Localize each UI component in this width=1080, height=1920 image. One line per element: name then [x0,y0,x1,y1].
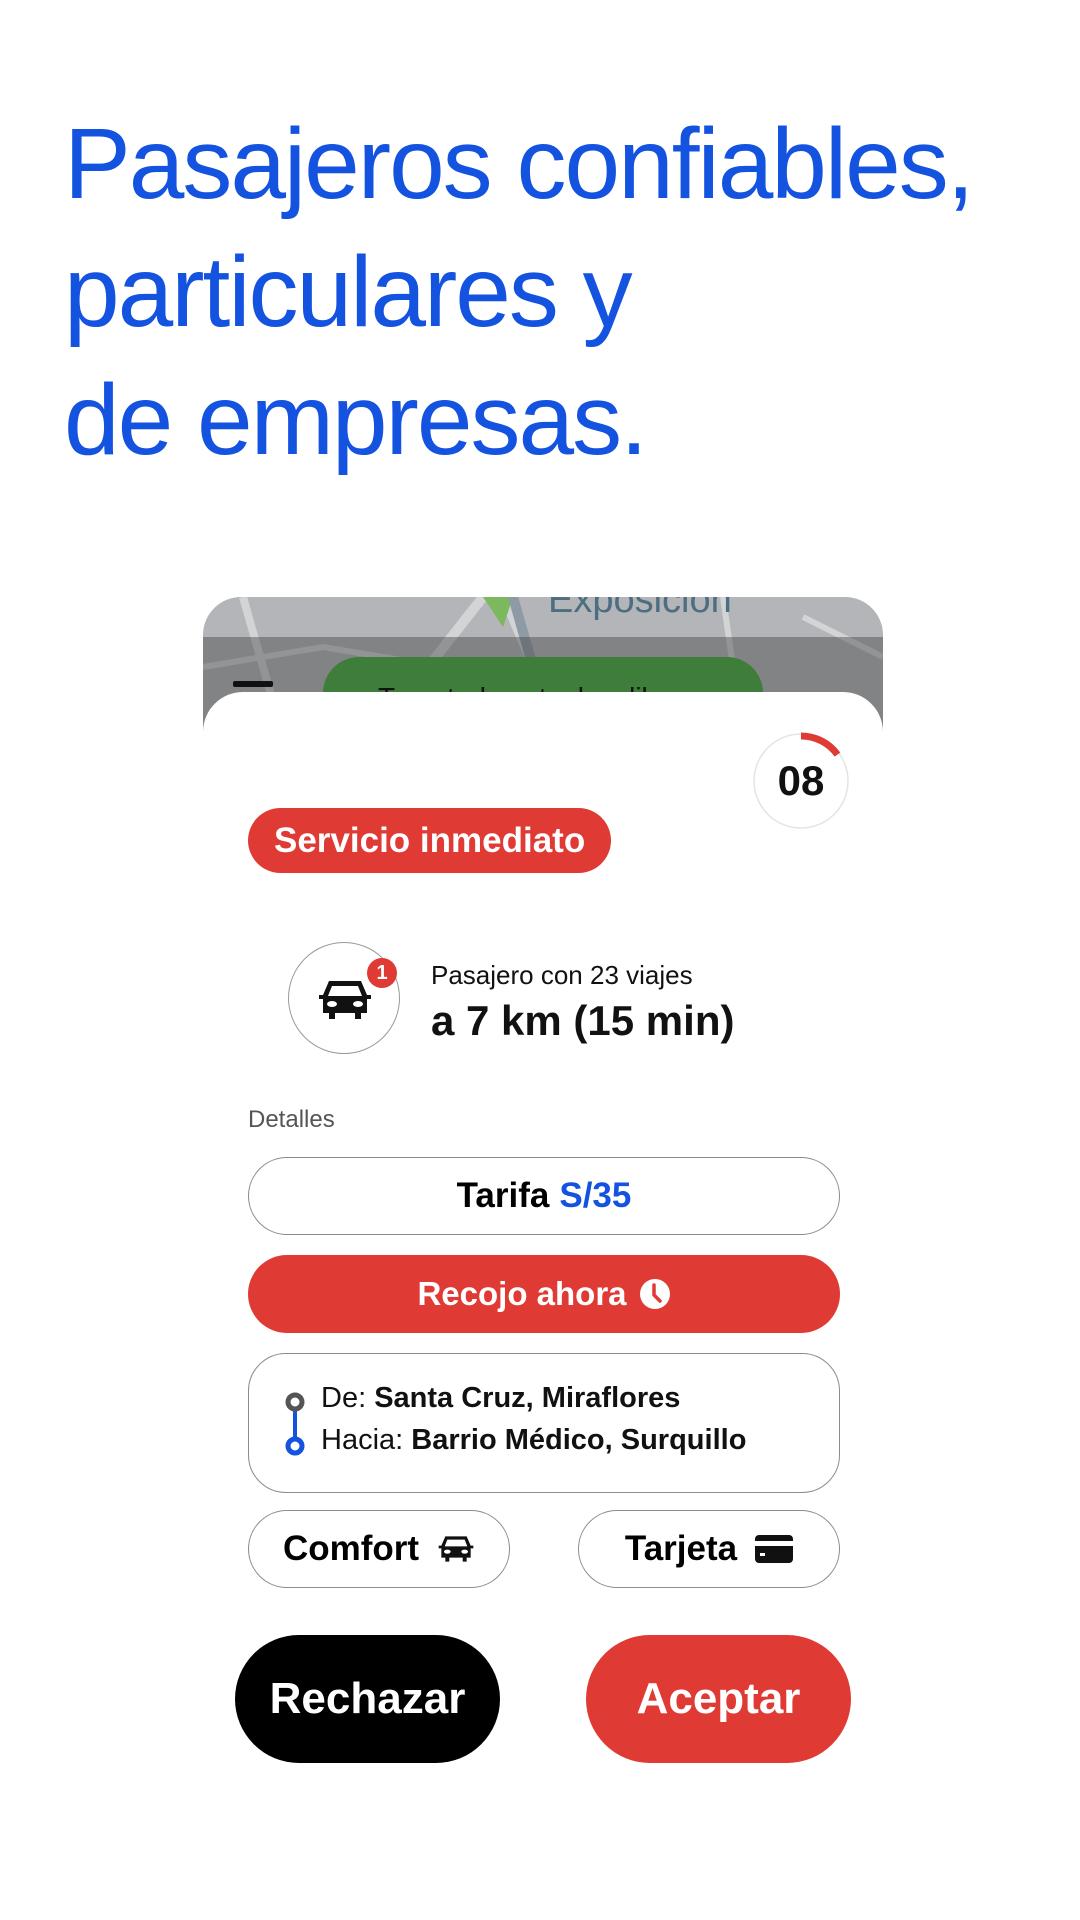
origin-prefix: De: [321,1382,367,1414]
credit-card-icon [755,1535,794,1563]
origin-value: Santa Cruz, Miraflores [374,1382,681,1414]
details-label: Detalles [248,1106,335,1133]
clock-icon [639,1278,671,1310]
accept-button[interactable]: Aceptar [586,1635,851,1763]
car-icon [437,1535,475,1563]
notification-badge: 1 [367,958,397,988]
passenger-avatar: 1 [288,942,400,1054]
fare-value: S/35 [559,1176,632,1215]
pickup-label: Recojo ahora [417,1275,627,1312]
payment-method-label: Tarjeta [624,1529,738,1568]
fare-field: Tarifa S/35 [248,1157,840,1235]
destination-value: Barrio Médico, Surquillo [411,1424,747,1456]
headline-line-1: Pasajeros confiables, [64,108,975,220]
route-destination: Hacia: Barrio Médico, Surquillo [321,1424,746,1457]
phone-mockup: Exposición Tu estado actual es libre 08 … [203,597,883,1790]
pickup-distance: a 7 km (15 min) [431,997,735,1044]
destination-prefix: Hacia: [321,1424,404,1456]
pickup-time-badge: Recojo ahora [248,1255,840,1333]
menu-icon[interactable] [233,681,273,687]
map-place-label: Exposición [548,597,732,621]
ride-request-sheet: 08 Servicio inmediato 1 Pasajero con 23 … [203,692,883,1790]
reject-button[interactable]: Rechazar [235,1635,500,1763]
fare-label: Tarifa [456,1176,550,1215]
route-line-icon [285,1392,305,1456]
car-icon [319,981,371,1019]
headline-line-3: de empresas. [64,364,648,476]
countdown-timer: 08 [751,731,851,831]
route-origin: De: Santa Cruz, Miraflores [321,1382,680,1415]
timer-value: 08 [777,757,825,804]
headline: Pasajeros confiables, particulares y de … [64,100,1024,484]
route-card: De: Santa Cruz, Miraflores Hacia: Barrio… [248,1353,840,1493]
payment-method-chip: Tarjeta [578,1510,840,1588]
vehicle-category-chip: Comfort [248,1510,510,1588]
vehicle-category-label: Comfort [282,1529,420,1568]
service-type-badge: Servicio inmediato [248,808,612,873]
headline-line-2: particulares y [64,236,633,348]
passenger-trips: Pasajero con 23 viajes [431,960,693,990]
